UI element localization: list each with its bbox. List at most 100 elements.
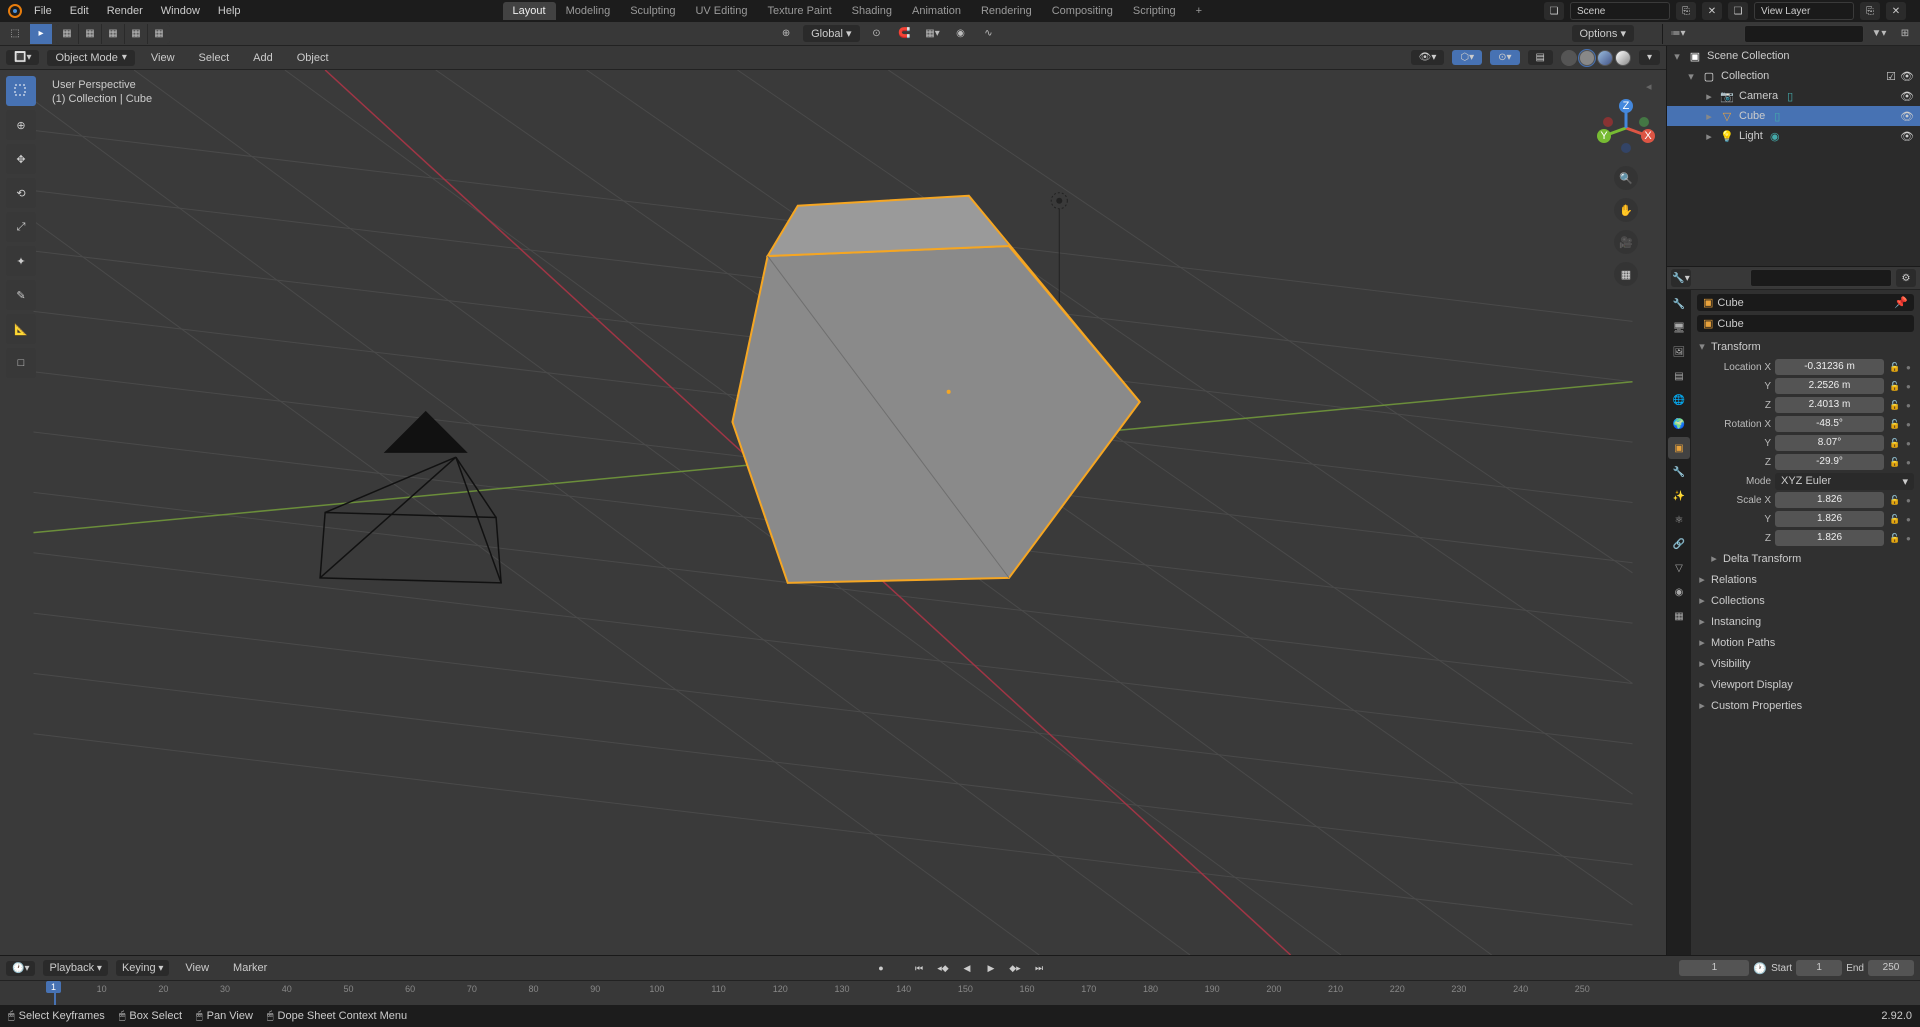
- shading-options-icon[interactable]: ▾: [1639, 50, 1660, 65]
- select-extend-icon[interactable]: ▦: [79, 24, 101, 44]
- cube-hide-icon[interactable]: 👁: [1900, 110, 1914, 123]
- proportional-toggle-icon[interactable]: ◉: [950, 24, 972, 44]
- scene-browse-icon[interactable]: ❏: [1544, 2, 1564, 20]
- shading-rendered-icon[interactable]: [1615, 50, 1631, 66]
- perspective-gizmo-icon[interactable]: ▦: [1614, 262, 1638, 286]
- outliner-collection[interactable]: ▾▢Collection ☑👁: [1667, 66, 1920, 86]
- tool-cursor[interactable]: ⊕: [6, 110, 36, 140]
- playhead[interactable]: 1: [54, 981, 56, 1005]
- tab-modeling[interactable]: Modeling: [556, 2, 621, 20]
- select-new-icon[interactable]: ▦: [56, 24, 78, 44]
- play-forward-icon[interactable]: ▶: [980, 959, 1002, 977]
- orientation-icon[interactable]: ⊕: [775, 24, 797, 44]
- panel-delta-transform[interactable]: ▸Delta Transform: [1697, 548, 1914, 569]
- snap-toggle-icon[interactable]: 🧲: [894, 24, 916, 44]
- location-x-field[interactable]: -0.31236 m: [1775, 359, 1884, 375]
- rotation-y-field[interactable]: 8.07°: [1775, 435, 1884, 451]
- viewlayer-name-field[interactable]: View Layer: [1754, 2, 1854, 20]
- ptab-physics[interactable]: ⚛: [1668, 509, 1690, 531]
- viewport-menu-view[interactable]: View: [143, 49, 183, 67]
- outliner-item-light[interactable]: ▸💡Light◉ 👁: [1667, 126, 1920, 146]
- lock-locx-icon[interactable]: 🔓: [1888, 362, 1902, 373]
- pan-gizmo-icon[interactable]: ✋: [1614, 198, 1638, 222]
- tool-measure[interactable]: 📐: [6, 314, 36, 344]
- menu-help[interactable]: Help: [210, 2, 249, 20]
- ptab-scene[interactable]: 🌐: [1668, 389, 1690, 411]
- 3d-viewport[interactable]: ⊕ ✥ ⟲ ⤢ ✦ ✎ 📐 □ User Perspective (1) Col…: [0, 70, 1666, 955]
- outliner-newcollection-icon[interactable]: ⊞: [1894, 24, 1916, 44]
- jump-end-icon[interactable]: ⏭: [1028, 959, 1050, 977]
- outliner-item-cube[interactable]: ▸▽Cube▯ 👁: [1667, 106, 1920, 126]
- menu-window[interactable]: Window: [153, 2, 208, 20]
- collection-exclude-icon[interactable]: ☑: [1886, 70, 1896, 83]
- tool-annotate[interactable]: ✎: [6, 280, 36, 310]
- delete-scene-icon[interactable]: ✕: [1702, 2, 1722, 20]
- overlay-toggle-icon[interactable]: ⊙▾: [1490, 50, 1519, 65]
- add-workspace-button[interactable]: +: [1186, 2, 1212, 20]
- zoom-gizmo-icon[interactable]: 🔍: [1614, 166, 1638, 190]
- tab-uvediting[interactable]: UV Editing: [685, 2, 757, 20]
- outliner-filter-icon[interactable]: ▼▾: [1868, 24, 1890, 44]
- tool-rotate[interactable]: ⟲: [6, 178, 36, 208]
- tool-transform[interactable]: ✦: [6, 246, 36, 276]
- end-frame-field[interactable]: 250: [1868, 960, 1914, 976]
- tool-move[interactable]: ✥: [6, 144, 36, 174]
- menu-render[interactable]: Render: [99, 2, 151, 20]
- lock-scalex-icon[interactable]: 🔓: [1888, 495, 1902, 506]
- tab-scripting[interactable]: Scripting: [1123, 2, 1186, 20]
- options-dropdown[interactable]: Options ▾: [1572, 25, 1635, 42]
- shading-matprev-icon[interactable]: [1597, 50, 1613, 66]
- tool-addcube[interactable]: □: [6, 348, 36, 378]
- editor-type-icon[interactable]: 🔳▾: [6, 50, 39, 65]
- rotation-x-field[interactable]: -48.5°: [1775, 416, 1884, 432]
- ptab-modifiers[interactable]: 🔧: [1668, 461, 1690, 483]
- properties-options-icon[interactable]: ⚙: [1896, 269, 1916, 287]
- menu-edit[interactable]: Edit: [62, 2, 97, 20]
- lock-rotx-icon[interactable]: 🔓: [1888, 419, 1902, 430]
- lock-scalez-icon[interactable]: 🔓: [1888, 533, 1902, 544]
- jump-prevkey-icon[interactable]: ◂◆: [932, 959, 954, 977]
- panel-transform-header[interactable]: ▾Transform: [1697, 336, 1914, 357]
- xray-toggle-icon[interactable]: ▤: [1528, 50, 1553, 65]
- location-y-field[interactable]: 2.2526 m: [1775, 378, 1884, 394]
- select-intersect-icon[interactable]: ▦: [125, 24, 147, 44]
- pin-icon[interactable]: 📌: [1894, 296, 1908, 309]
- panel-motion-paths[interactable]: ▸Motion Paths: [1697, 632, 1914, 653]
- new-scene-icon[interactable]: ⎘: [1676, 2, 1696, 20]
- gizmo-toggle-icon[interactable]: ⬡▾: [1452, 50, 1482, 65]
- jump-start-icon[interactable]: ⏮: [908, 959, 930, 977]
- viewport-menu-select[interactable]: Select: [191, 49, 238, 67]
- location-z-field[interactable]: 2.4013 m: [1775, 397, 1884, 413]
- ptab-output[interactable]: 🖼: [1668, 341, 1690, 363]
- menu-file[interactable]: File: [26, 2, 60, 20]
- scale-y-field[interactable]: 1.826: [1775, 511, 1884, 527]
- pivot-icon[interactable]: ⊙: [866, 24, 888, 44]
- tab-texturepaint[interactable]: Texture Paint: [757, 2, 841, 20]
- timeline-menu-view[interactable]: View: [177, 959, 217, 977]
- lock-roty-icon[interactable]: 🔓: [1888, 438, 1902, 449]
- timeline-menu-playback[interactable]: Playback ▾: [43, 960, 107, 976]
- panel-instancing[interactable]: ▸Instancing: [1697, 611, 1914, 632]
- properties-search-input[interactable]: [1750, 269, 1892, 287]
- lock-scaley-icon[interactable]: 🔓: [1888, 514, 1902, 525]
- tab-layout[interactable]: Layout: [503, 2, 556, 20]
- cursor-tool-icon[interactable]: ▸: [30, 24, 52, 44]
- lock-rotz-icon[interactable]: 🔓: [1888, 457, 1902, 468]
- camera-hide-icon[interactable]: 👁: [1900, 90, 1914, 103]
- viewport-menu-add[interactable]: Add: [245, 49, 281, 67]
- ptab-particles[interactable]: ✨: [1668, 485, 1690, 507]
- panel-custom-properties[interactable]: ▸Custom Properties: [1697, 695, 1914, 716]
- tool-select-box[interactable]: [6, 76, 36, 106]
- outliner-search-input[interactable]: [1744, 25, 1864, 43]
- outliner-item-camera[interactable]: ▸📷Camera▯ 👁: [1667, 86, 1920, 106]
- outliner-scene-collection[interactable]: ▾▣Scene Collection: [1667, 46, 1920, 66]
- scene-name-field[interactable]: Scene: [1570, 2, 1670, 20]
- nav-gizmo[interactable]: X Y Z: [1596, 98, 1656, 158]
- shading-wireframe-icon[interactable]: [1561, 50, 1577, 66]
- delete-viewlayer-icon[interactable]: ✕: [1886, 2, 1906, 20]
- tab-shading[interactable]: Shading: [842, 2, 902, 20]
- outliner-displaymode-icon[interactable]: ≔▾: [1667, 24, 1689, 44]
- mode-dropdown[interactable]: Object Mode ▾: [47, 50, 134, 66]
- rotation-mode-dropdown[interactable]: XYZ Euler▾: [1775, 473, 1914, 490]
- new-viewlayer-icon[interactable]: ⎘: [1860, 2, 1880, 20]
